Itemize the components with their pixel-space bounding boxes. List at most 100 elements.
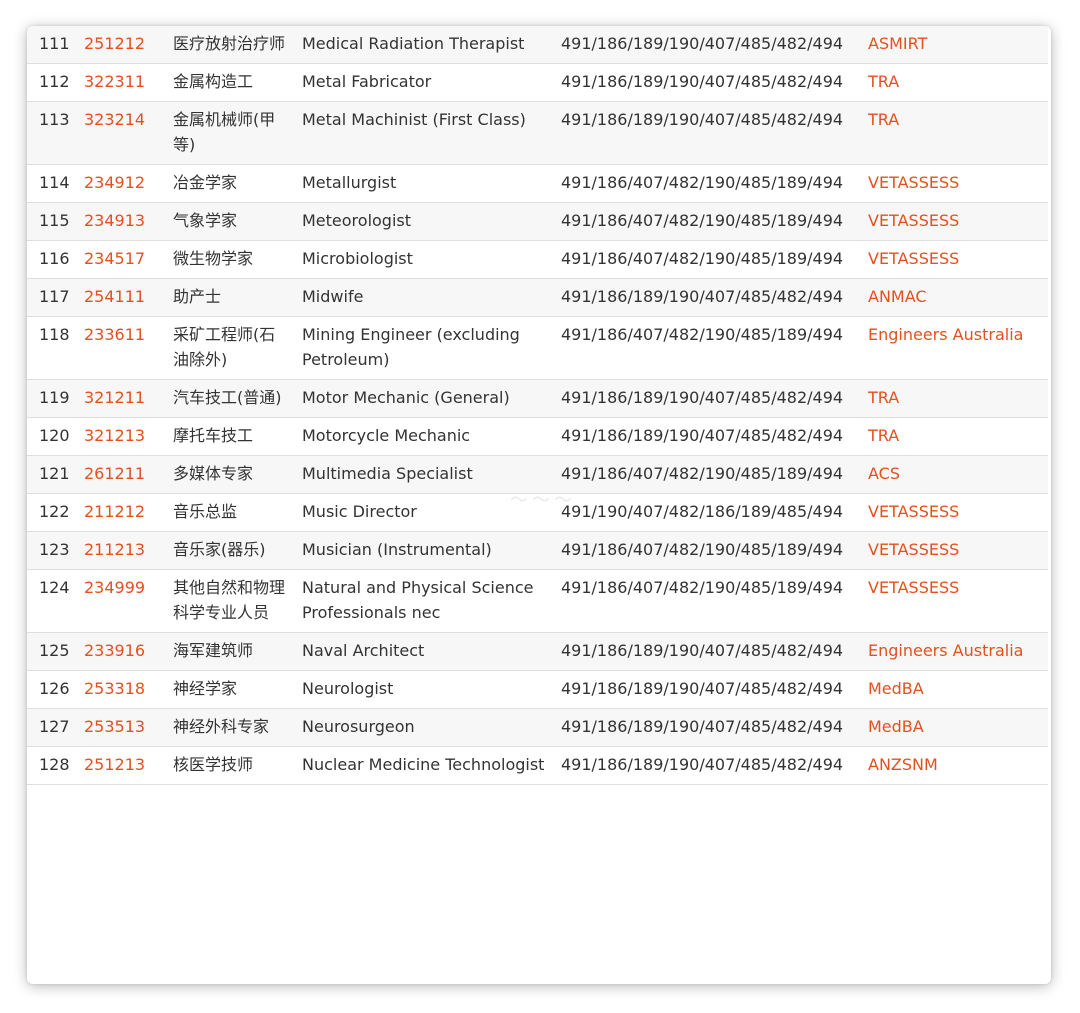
- assessing-authority-link[interactable]: TRA: [862, 101, 1048, 165]
- occupation-code-link[interactable]: 251212: [78, 26, 167, 64]
- assessing-authority-link[interactable]: TRA: [862, 417, 1048, 456]
- visa-subclasses: 491/186/189/190/407/485/482/494: [555, 278, 862, 317]
- assessing-authority-link[interactable]: ANMAC: [862, 278, 1048, 317]
- assessing-authority-link[interactable]: VETASSESS: [862, 569, 1048, 633]
- visa-subclasses: 491/186/407/482/190/485/189/494: [555, 569, 862, 633]
- assessing-authority-link[interactable]: VETASSESS: [862, 164, 1048, 203]
- assessing-authority-link[interactable]: Engineers Australia: [862, 632, 1048, 671]
- occupation-name-cn: 助产士: [167, 278, 296, 317]
- table-row: 116 234517 微生物学家 Microbiologist 491/186/407/…: [27, 240, 1048, 279]
- assessing-authority-link[interactable]: MedBA: [862, 708, 1048, 747]
- occupation-name-en: Neurosurgeon: [296, 708, 555, 747]
- occupation-name-cn: 金属机械师(甲等): [167, 101, 296, 165]
- table-row: 121 261211 多媒体专家 Multimedia Specialist 491/1…: [27, 455, 1048, 494]
- visa-subclasses: 491/186/407/482/190/485/189/494: [555, 202, 862, 241]
- occupation-name-cn: 冶金学家: [167, 164, 296, 203]
- visa-subclasses: 491/186/407/482/190/485/189/494: [555, 316, 862, 380]
- assessing-authority-link[interactable]: MedBA: [862, 670, 1048, 709]
- assessing-authority-link[interactable]: VETASSESS: [862, 531, 1048, 570]
- assessing-authority-link[interactable]: VETASSESS: [862, 202, 1048, 241]
- occupation-code-link[interactable]: 251213: [78, 746, 167, 785]
- row-index: 116: [27, 240, 78, 279]
- occupation-name-cn: 医疗放射治疗师: [167, 26, 296, 64]
- visa-subclasses: 491/186/407/482/190/485/189/494: [555, 164, 862, 203]
- table-row: 112 322311 金属构造工 Metal Fabricator 491/186/18…: [27, 63, 1048, 102]
- occupation-name-en: Neurologist: [296, 670, 555, 709]
- assessing-authority-link[interactable]: ACS: [862, 455, 1048, 494]
- table-row: 119 321211 汽车技工(普通) Motor Mechanic (General…: [27, 379, 1048, 418]
- visa-subclasses: 491/186/407/482/190/485/189/494: [555, 531, 862, 570]
- visa-subclasses: 491/186/189/190/407/485/482/494: [555, 632, 862, 671]
- visa-subclasses: 491/186/407/482/190/485/189/494: [555, 455, 862, 494]
- occupation-name-cn: 神经外科专家: [167, 708, 296, 747]
- occupation-code-link[interactable]: 234999: [78, 569, 167, 633]
- row-index: 128: [27, 746, 78, 785]
- occupation-name-cn: 汽车技工(普通): [167, 379, 296, 418]
- occupation-code-link[interactable]: 211212: [78, 493, 167, 532]
- visa-subclasses: 491/186/189/190/407/485/482/494: [555, 670, 862, 709]
- visa-subclasses: 491/190/407/482/186/189/485/494: [555, 493, 862, 532]
- occupation-code-link[interactable]: 233611: [78, 316, 167, 380]
- assessing-authority-link[interactable]: Engineers Australia: [862, 316, 1048, 380]
- table-row: 124 234999 其他自然和物理科学专业人员 Natural and Physic…: [27, 569, 1048, 633]
- occupation-code-link[interactable]: 234517: [78, 240, 167, 279]
- occupation-name-cn: 音乐总监: [167, 493, 296, 532]
- row-index: 115: [27, 202, 78, 241]
- occupation-name-en: Natural and Physical Science Professiona…: [296, 569, 555, 633]
- occupation-code-link[interactable]: 253513: [78, 708, 167, 747]
- visa-subclasses: 491/186/189/190/407/485/482/494: [555, 746, 862, 785]
- occupation-name-cn: 金属构造工: [167, 63, 296, 102]
- visa-subclasses: 491/186/189/190/407/485/482/494: [555, 379, 862, 418]
- occupation-name-cn: 海军建筑师: [167, 632, 296, 671]
- assessing-authority-link[interactable]: VETASSESS: [862, 493, 1048, 532]
- visa-subclasses: 491/186/189/190/407/485/482/494: [555, 63, 862, 102]
- occupation-name-cn: 神经学家: [167, 670, 296, 709]
- occupation-name-cn: 采矿工程师(石油除外): [167, 316, 296, 380]
- occupation-name-en: Metallurgist: [296, 164, 555, 203]
- occupation-code-link[interactable]: 321211: [78, 379, 167, 418]
- row-index: 121: [27, 455, 78, 494]
- table-row: 115 234913 气象学家 Meteorologist 491/186/407/48…: [27, 202, 1048, 241]
- row-index: 122: [27, 493, 78, 532]
- table-row: 111 251212 医疗放射治疗师 Medical Radiation Therap…: [27, 26, 1048, 64]
- occupation-name-en: Mining Engineer (excluding Petroleum): [296, 316, 555, 380]
- assessing-authority-link[interactable]: TRA: [862, 379, 1048, 418]
- table-row: 126 253318 神经学家 Neurologist 491/186/189/190/…: [27, 670, 1048, 709]
- table-row: 123 211213 音乐家(器乐) Musician (Instrumental) 4…: [27, 531, 1048, 570]
- occupation-name-cn: 摩托车技工: [167, 417, 296, 456]
- assessing-authority-link[interactable]: TRA: [862, 63, 1048, 102]
- occupation-name-en: Motorcycle Mechanic: [296, 417, 555, 456]
- assessing-authority-link[interactable]: ASMIRT: [862, 26, 1048, 64]
- table-row: 113 323214 金属机械师(甲等) Metal Machinist (First…: [27, 101, 1048, 165]
- occupation-code-link[interactable]: 321213: [78, 417, 167, 456]
- visa-subclasses: 491/186/189/190/407/485/482/494: [555, 417, 862, 456]
- occupation-code-link[interactable]: 253318: [78, 670, 167, 709]
- visa-subclasses: 491/186/189/190/407/485/482/494: [555, 708, 862, 747]
- assessing-authority-link[interactable]: VETASSESS: [862, 240, 1048, 279]
- occupation-name-cn: 音乐家(器乐): [167, 531, 296, 570]
- occupation-code-link[interactable]: 322311: [78, 63, 167, 102]
- occupation-code-link[interactable]: 234913: [78, 202, 167, 241]
- occupation-name-en: Motor Mechanic (General): [296, 379, 555, 418]
- occupation-code-link[interactable]: 261211: [78, 455, 167, 494]
- occupation-name-en: Multimedia Specialist: [296, 455, 555, 494]
- occupation-name-en: Midwife: [296, 278, 555, 317]
- occupation-name-en: Naval Architect: [296, 632, 555, 671]
- row-index: 113: [27, 101, 78, 165]
- occupation-name-en: Musician (Instrumental): [296, 531, 555, 570]
- table-row: 125 233916 海军建筑师 Naval Architect 491/186/189…: [27, 632, 1048, 671]
- table-row: 127 253513 神经外科专家 Neurosurgeon 491/186/189/1…: [27, 708, 1048, 747]
- table-row: 120 321213 摩托车技工 Motorcycle Mechanic 491/186…: [27, 417, 1048, 456]
- assessing-authority-link[interactable]: ANZSNM: [862, 746, 1048, 785]
- occupation-code-link[interactable]: 323214: [78, 101, 167, 165]
- row-index: 124: [27, 569, 78, 633]
- table-row: 122 211212 音乐总监 Music Director 491/190/407/4…: [27, 493, 1048, 532]
- table-row: 114 234912 冶金学家 Metallurgist 491/186/407/482…: [27, 164, 1048, 203]
- occupation-code-link[interactable]: 234912: [78, 164, 167, 203]
- row-index: 117: [27, 278, 78, 317]
- visa-subclasses: 491/186/189/190/407/485/482/494: [555, 26, 862, 64]
- occupation-code-link[interactable]: 233916: [78, 632, 167, 671]
- occupation-code-link[interactable]: 211213: [78, 531, 167, 570]
- occupation-code-link[interactable]: 254111: [78, 278, 167, 317]
- row-index: 114: [27, 164, 78, 203]
